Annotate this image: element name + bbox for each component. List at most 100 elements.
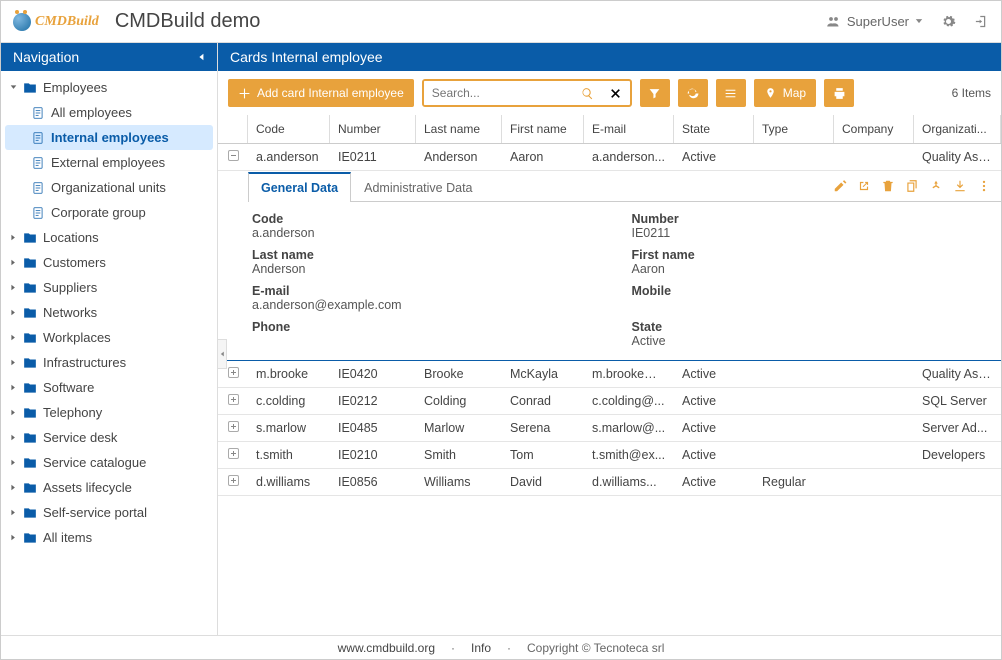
detail-label: First name [632,248,992,262]
collapse-left-icon [197,52,205,62]
caret-icon [9,84,17,91]
sidebar: Navigation Employees All employeesInterna… [1,43,218,635]
footer-link[interactable]: www.cmdbuild.org [338,641,435,655]
table-row[interactable]: m.brooke IE0420 Brooke McKayla m.brooke@… [218,361,1001,388]
expand-toggle[interactable] [218,388,248,414]
refresh-button[interactable] [678,79,708,107]
folder-icon [23,481,37,495]
nav-item-software[interactable]: Software [1,375,217,400]
user-menu[interactable]: SuperUser [826,14,923,29]
cell-company [834,368,914,380]
expand-toggle[interactable] [218,469,248,495]
nav-item-organizational-units[interactable]: Organizational units [1,175,217,200]
column-header[interactable]: Number [330,115,416,143]
cell-state: Active [674,361,754,387]
footer-info[interactable]: Info [471,641,491,655]
detail-tab-general-data[interactable]: General Data [248,172,351,202]
search-input[interactable] [424,81,574,105]
column-header[interactable]: Organizati... [914,115,1001,143]
table-row[interactable]: a.anderson IE0211 Anderson Aaron a.ander… [218,144,1001,171]
download-button[interactable] [953,179,967,193]
table-row[interactable]: s.marlow IE0485 Marlow Serena s.marlow@.… [218,415,1001,442]
nav-item-self-service-portal[interactable]: Self-service portal [1,500,217,525]
column-header[interactable]: E-mail [584,115,674,143]
nav-item-infrastructures[interactable]: Infrastructures [1,350,217,375]
caret-icon [9,334,17,341]
doc-icon [31,181,45,195]
settings-button[interactable] [941,14,956,29]
nav-item-external-employees[interactable]: External employees [1,150,217,175]
nav-item-locations[interactable]: Locations [1,225,217,250]
copy-button[interactable] [905,179,919,193]
table-row[interactable]: c.colding IE0212 Colding Conrad c.coldin… [218,388,1001,415]
nav-label: Telephony [43,405,102,420]
table-row[interactable]: t.smith IE0210 Smith Tom t.smith@ex... A… [218,442,1001,469]
detail-label: Last name [252,248,612,262]
pencil-button[interactable] [833,179,847,193]
cell-lastname: Anderson [416,144,502,170]
clear-search-button[interactable] [602,81,630,105]
open-button[interactable] [857,179,871,193]
print-icon [833,87,846,100]
nav-item-internal-employees[interactable]: Internal employees [5,125,213,150]
caret-icon [9,234,17,241]
nav-item-employees[interactable]: Employees [1,75,217,100]
column-header[interactable]: Type [754,115,834,143]
column-header[interactable]: First name [502,115,584,143]
folder-icon [23,506,37,520]
map-button[interactable]: Map [754,79,816,107]
expand-toggle[interactable] [218,415,248,441]
nav-item-customers[interactable]: Customers [1,250,217,275]
nav-item-workplaces[interactable]: Workplaces [1,325,217,350]
cell-company [834,476,914,488]
app-title: CMDBuild demo [115,10,261,33]
nav-item-assets-lifecycle[interactable]: Assets lifecycle [1,475,217,500]
plus-icon [228,421,239,432]
grid: CodeNumberLast nameFirst nameE-mailState… [218,115,1001,635]
detail-field: E-maila.anderson@example.com [252,284,612,312]
nav-label: All items [43,530,92,545]
cell-type [754,368,834,380]
column-header[interactable]: Company [834,115,914,143]
expand-toggle[interactable] [218,144,248,170]
cell-number: IE0485 [330,415,416,441]
trash-button[interactable] [881,179,895,193]
nav-header[interactable]: Navigation [1,43,217,71]
caret-icon [9,434,17,441]
cell-org: Server Ad... [914,415,1001,441]
cell-org: Developers [914,442,1001,468]
expand-toggle[interactable] [218,442,248,468]
doc-icon [31,131,45,145]
cell-type [754,422,834,434]
nav-item-corporate-group[interactable]: Corporate group [1,200,217,225]
column-header[interactable]: Code [248,115,330,143]
column-header[interactable]: State [674,115,754,143]
menu-button[interactable] [716,79,746,107]
logout-button[interactable] [974,14,989,29]
nav-item-all-employees[interactable]: All employees [1,100,217,125]
nav-item-networks[interactable]: Networks [1,300,217,325]
top-bar: CMDBuild CMDBuild demo SuperUser [1,1,1001,43]
menu-icon [724,87,737,100]
nav-item-service-desk[interactable]: Service desk [1,425,217,450]
nav-item-service-catalogue[interactable]: Service catalogue [1,450,217,475]
pin-icon [764,87,777,100]
search-button[interactable] [574,81,602,105]
cell-email: s.marlow@... [584,415,674,441]
sidebar-collapse-handle[interactable] [218,339,227,369]
cell-email: a.anderson... [584,144,674,170]
graph-button[interactable] [929,179,943,193]
nav-item-telephony[interactable]: Telephony [1,400,217,425]
column-header[interactable]: Last name [416,115,502,143]
nav-item-suppliers[interactable]: Suppliers [1,275,217,300]
folder-icon [23,531,37,545]
nav-item-all-items[interactable]: All items [1,525,217,550]
nav-label: Employees [43,80,107,95]
folder-icon [23,381,37,395]
filter-button[interactable] [640,79,670,107]
table-row[interactable]: d.williams IE0856 Williams David d.willi… [218,469,1001,496]
add-card-button[interactable]: Add card Internal employee [228,79,414,107]
detail-tab-administrative-data[interactable]: Administrative Data [351,173,485,202]
dots-button[interactable] [977,179,991,193]
print-button[interactable] [824,79,854,107]
